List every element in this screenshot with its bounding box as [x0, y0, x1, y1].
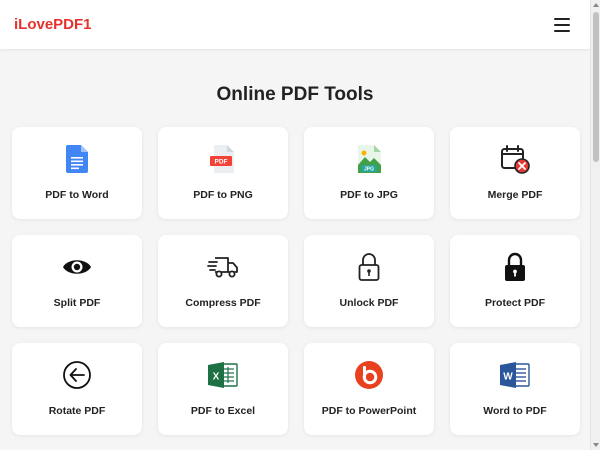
- delivery-truck-icon: [207, 251, 239, 283]
- pdf-file-icon: PDF: [207, 143, 239, 175]
- tool-card-pdf-to-word[interactable]: PDF to Word: [12, 127, 142, 219]
- tool-card-unlock-pdf[interactable]: Unlock PDF: [304, 235, 434, 327]
- tool-card-pdf-to-jpg[interactable]: JPG PDF to JPG: [304, 127, 434, 219]
- jpg-image-file-icon: JPG: [353, 143, 385, 175]
- tool-label: PDF to JPG: [340, 189, 398, 201]
- brand-logo[interactable]: iLovePDF1: [14, 16, 92, 33]
- tool-label: PDF to PowerPoint: [321, 405, 417, 417]
- arrow-left-circle-icon: [61, 359, 93, 391]
- tool-card-rotate-pdf[interactable]: Rotate PDF: [12, 343, 142, 435]
- eye-icon: [61, 251, 93, 283]
- hamburger-menu-icon[interactable]: [554, 17, 570, 32]
- tools-grid: PDF to Word PDF PDF to PNG JPG PDF to JP…: [12, 127, 580, 435]
- tool-label: Rotate PDF: [48, 405, 106, 417]
- tool-card-protect-pdf[interactable]: Protect PDF: [450, 235, 580, 327]
- word-icon: W: [499, 359, 531, 391]
- svg-text:X: X: [213, 372, 220, 383]
- beats-circle-icon: [353, 359, 385, 391]
- top-header: iLovePDF1: [0, 0, 590, 49]
- svg-text:PDF: PDF: [215, 159, 228, 166]
- svg-text:JPG: JPG: [364, 167, 374, 173]
- tool-label: PDF to Excel: [190, 405, 256, 417]
- tool-label: Protect PDF: [484, 297, 546, 309]
- lock-icon: [499, 251, 531, 283]
- svg-text:W: W: [503, 372, 513, 383]
- tool-card-word-to-pdf[interactable]: W Word to PDF: [450, 343, 580, 435]
- tool-label: Merge PDF: [487, 189, 543, 201]
- tool-card-pdf-to-excel[interactable]: X PDF to Excel: [158, 343, 288, 435]
- tool-card-pdf-to-powerpoint[interactable]: PDF to PowerPoint: [304, 343, 434, 435]
- tool-label: Word to PDF: [483, 405, 547, 417]
- page-title: Online PDF Tools: [216, 84, 374, 105]
- tool-label: Compress PDF: [185, 297, 261, 309]
- tool-label: Split PDF: [53, 297, 101, 309]
- scrollbar-thumb[interactable]: [593, 12, 599, 162]
- tool-card-split-pdf[interactable]: Split PDF: [12, 235, 142, 327]
- tool-card-merge-pdf[interactable]: Merge PDF: [450, 127, 580, 219]
- excel-icon: X: [207, 359, 239, 391]
- tool-label: PDF to Word: [45, 189, 109, 201]
- scroll-up-arrow-icon[interactable]: [593, 3, 599, 7]
- page-scrollbar[interactable]: [590, 0, 600, 450]
- tool-label: PDF to PNG: [193, 189, 253, 201]
- unlock-icon: [353, 251, 385, 283]
- calendar-remove-icon: [499, 143, 531, 175]
- tool-label: Unlock PDF: [339, 297, 399, 309]
- scroll-down-arrow-icon[interactable]: [593, 443, 599, 447]
- tool-card-compress-pdf[interactable]: Compress PDF: [158, 235, 288, 327]
- tool-card-pdf-to-png[interactable]: PDF PDF to PNG: [158, 127, 288, 219]
- google-docs-icon: [61, 143, 93, 175]
